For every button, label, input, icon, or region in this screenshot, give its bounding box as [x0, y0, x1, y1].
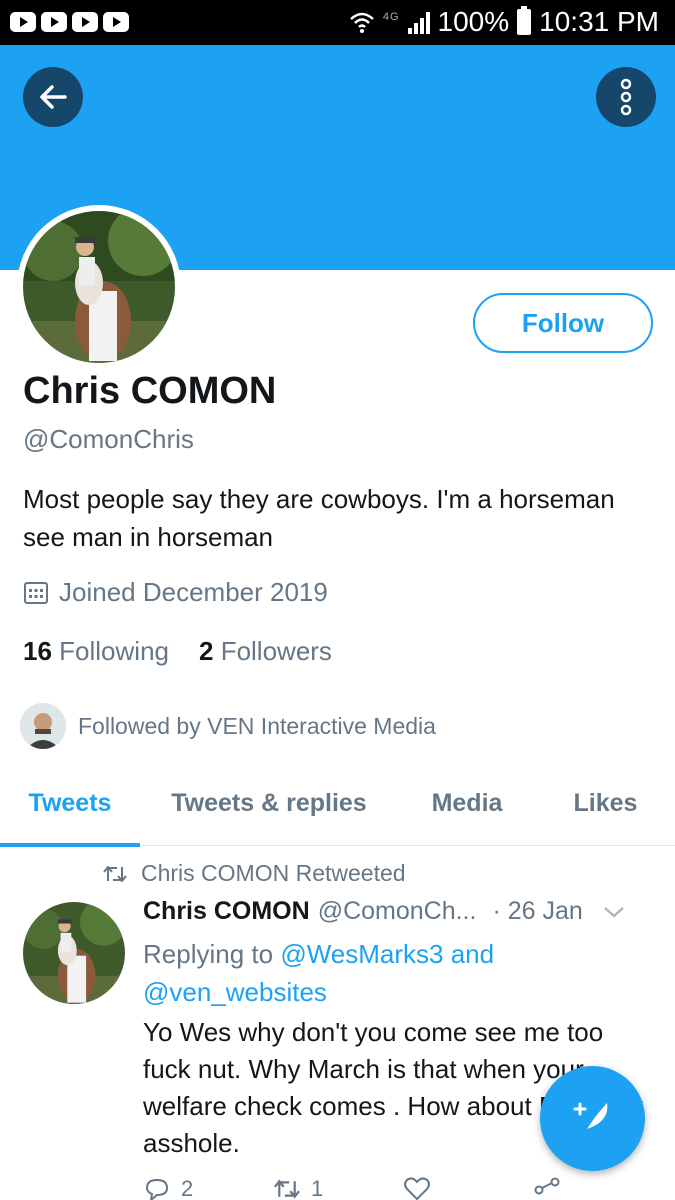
- follower-avatar: [20, 703, 66, 749]
- retweet-indicator: Chris COMON Retweeted: [103, 860, 406, 887]
- retweet-button[interactable]: 1: [273, 1176, 403, 1200]
- back-arrow-icon: [40, 85, 67, 109]
- follow-stats: 16 Following 2 Followers: [23, 636, 332, 667]
- follow-button[interactable]: Follow: [473, 293, 653, 353]
- clock: 10:31 PM: [539, 6, 659, 37]
- like-icon: [404, 1177, 430, 1200]
- reply-and: and: [450, 939, 495, 969]
- reply-user-link[interactable]: @ven_websites: [143, 977, 327, 1007]
- compose-tweet-button[interactable]: [540, 1066, 645, 1171]
- avatar-photo: [23, 211, 175, 363]
- joined-label: Joined December 2019: [59, 577, 328, 607]
- tweet-avatar[interactable]: [23, 902, 125, 1004]
- reply-count: 2: [181, 1176, 194, 1200]
- profile-name: Chris COMON: [23, 370, 277, 412]
- calendar-icon: [24, 581, 48, 604]
- youtube-icon: [103, 12, 129, 32]
- youtube-icon: [10, 12, 36, 32]
- reply-user-link[interactable]: @WesMarks3: [280, 939, 443, 969]
- replying-to: Replying to @WesMarks3 and @ven_websites: [143, 935, 543, 1011]
- share-button[interactable]: [533, 1176, 663, 1200]
- profile-handle: @ComonChris: [23, 424, 194, 454]
- following-stat[interactable]: 16 Following: [23, 636, 169, 667]
- battery-icon: [517, 6, 532, 35]
- network-type: 4G: [382, 11, 400, 23]
- followed-by[interactable]: Followed by VEN Interactive Media: [20, 703, 436, 749]
- reply-icon: [145, 1178, 169, 1200]
- status-bar: 4G 100% 10:31 PM: [0, 0, 675, 45]
- battery-percent: 100%: [437, 6, 510, 37]
- compose-icon: [573, 1102, 607, 1137]
- joined-date: Joined December 2019: [23, 577, 328, 608]
- followed-by-label: Followed by VEN Interactive Media: [78, 712, 436, 739]
- tweet-author-name[interactable]: Chris COMON: [143, 897, 310, 926]
- followers-stat[interactable]: 2 Followers: [199, 636, 332, 667]
- more-vertical-icon: [620, 78, 632, 116]
- profile-tabs: Tweets Tweets & replies Media Likes: [0, 760, 675, 847]
- notification-icons: [10, 12, 129, 32]
- profile-bio: Most people say they are cowboys. I'm a …: [23, 484, 615, 552]
- tab-tweets[interactable]: Tweets: [0, 760, 140, 847]
- retweet-icon: [274, 1179, 300, 1199]
- status-right: 4G 100% 10:31 PM: [349, 6, 659, 38]
- share-icon: [534, 1177, 560, 1195]
- retweet-count: 1: [311, 1176, 324, 1200]
- tweet-header: Chris COMON @ComonCh... · 26 Jan: [143, 897, 663, 926]
- signal-icon: [407, 10, 430, 34]
- reply-button[interactable]: 2: [143, 1176, 273, 1200]
- tab-likes[interactable]: Likes: [536, 760, 675, 846]
- like-button[interactable]: [403, 1176, 533, 1200]
- retweet-icon: [103, 865, 127, 882]
- tweet-menu-button[interactable]: [603, 897, 625, 926]
- wifi-icon: [349, 9, 375, 35]
- replying-prefix: Replying to: [143, 939, 274, 969]
- tweet-author-handle[interactable]: @ComonCh...: [318, 897, 477, 926]
- profile-avatar[interactable]: [17, 205, 181, 369]
- youtube-icon: [41, 12, 67, 32]
- tab-tweets-replies[interactable]: Tweets & replies: [140, 760, 398, 846]
- more-options-button[interactable]: [596, 67, 656, 127]
- youtube-icon: [72, 12, 98, 32]
- chevron-down-icon: [603, 907, 624, 918]
- retweet-label: Chris COMON Retweeted: [141, 860, 406, 886]
- tweet-date[interactable]: · 26 Jan: [492, 897, 582, 926]
- tweet-actions: 2 1: [143, 1176, 663, 1200]
- back-button[interactable]: [23, 67, 83, 127]
- tab-media[interactable]: Media: [398, 760, 536, 846]
